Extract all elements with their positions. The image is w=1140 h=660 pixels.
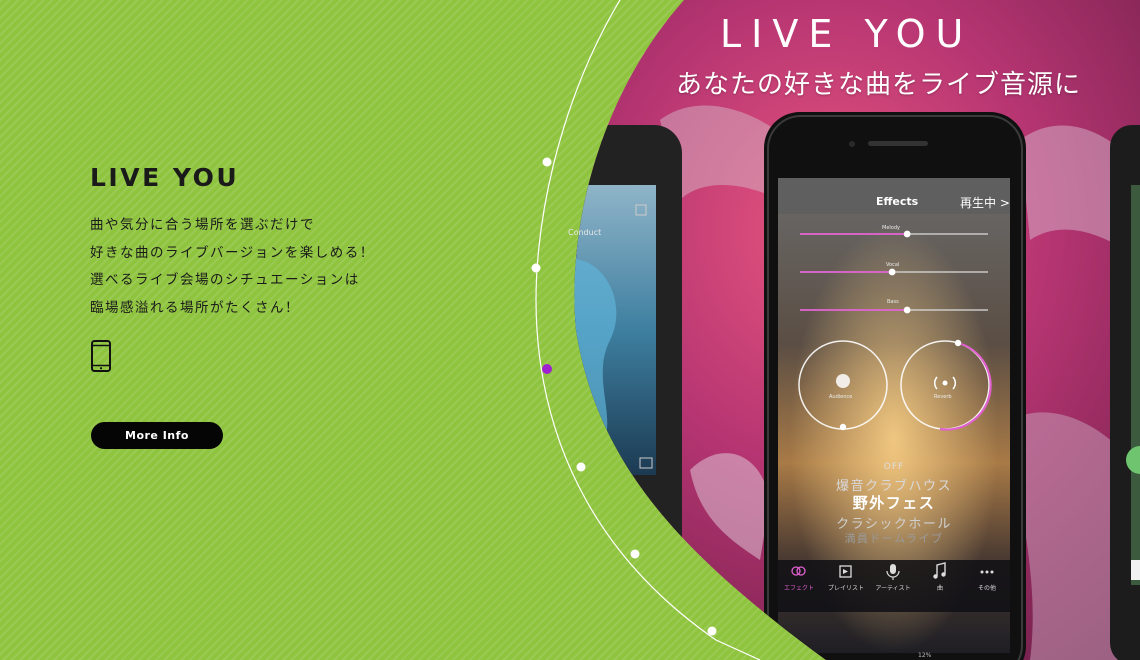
feature-description: 曲や気分に合う場所を選ぶだけで 好きな曲のライブバージョンを楽しめる！ 選べるラ…: [90, 212, 450, 322]
banner-title: LIVE YOU: [720, 12, 974, 56]
tab-songs[interactable]: 曲: [920, 583, 960, 592]
music-note-tab-icon[interactable]: [933, 562, 946, 579]
page: { "feature": { "title": "LIVE YOU", "des…: [0, 0, 1140, 660]
right-phone: [1110, 125, 1140, 660]
reverb-dial[interactable]: [900, 339, 992, 431]
slider-handle[interactable]: [888, 268, 896, 276]
audience-icon: [836, 374, 850, 388]
visual-artwork: [531, 0, 1140, 660]
reverb-icon: [933, 376, 957, 390]
description-line: 曲や気分に合う場所を選ぶだけで: [90, 217, 315, 233]
tab-artist[interactable]: アーティスト: [873, 583, 913, 592]
description-line: 臨場感溢れる場所がたくさん！: [90, 299, 300, 316]
description-line: 好きな曲のライブバージョンを楽しめる！: [90, 244, 375, 261]
microphone-tab-icon[interactable]: [886, 564, 900, 580]
nav-dot[interactable]: [576, 462, 586, 472]
app-visual: LIVE YOU あなたの好きな曲をライブ音源に Conduct Effects…: [0, 0, 1140, 660]
nav-dot[interactable]: [531, 263, 541, 273]
nav-dot[interactable]: [542, 157, 552, 167]
tab-playlist[interactable]: プレイリスト: [826, 583, 866, 592]
venue-option-off[interactable]: OFF: [804, 462, 984, 472]
slider-label-vocal: Vocal: [886, 262, 900, 268]
slider-label-melody: Melody: [882, 225, 900, 231]
banner-subtitle: あなたの好きな曲をライブ音源に: [676, 70, 1082, 100]
nav-dot[interactable]: [707, 626, 717, 636]
tab-effects[interactable]: エフェクト: [779, 583, 819, 592]
venue-option[interactable]: 満員ドームライブ: [804, 530, 984, 546]
smartphone-icon: [91, 340, 111, 372]
description-line: 選べるライブ会場のシチュエーションは: [90, 272, 360, 288]
tab-more[interactable]: その他: [967, 583, 1007, 592]
feature-copy: LIVE YOU 曲や気分に合う場所を選ぶだけで 好きな曲のライブバージョンを楽…: [90, 162, 450, 322]
screen-bottom-text: 12%: [918, 652, 932, 659]
audience-dial[interactable]: [798, 340, 888, 431]
now-playing-link[interactable]: 再生中 >: [960, 194, 1010, 211]
nav-dot-active[interactable]: [542, 364, 552, 374]
dial-label-audience: Audience: [829, 394, 853, 400]
dial-label-reverb: Reverb: [934, 394, 952, 400]
slider-handle[interactable]: [903, 306, 911, 314]
venue-option-selected[interactable]: 野外フェス: [804, 492, 984, 513]
screen-header-title: Effects: [876, 195, 919, 208]
left-phone: [574, 125, 682, 660]
more-tab-icon[interactable]: [980, 570, 994, 574]
effects-tab-icon[interactable]: [791, 566, 806, 576]
nav-dot[interactable]: [630, 549, 640, 559]
effect-sliders: [800, 230, 988, 314]
feature-title: LIVE YOU: [90, 163, 240, 192]
app-photo: [574, 0, 1140, 660]
left-screen-text: Conduct: [568, 228, 602, 237]
more-info-button[interactable]: More Info: [91, 422, 223, 449]
slider-label-bass: Bass: [887, 299, 899, 305]
decorative-arc: [535, 0, 761, 660]
slider-handle[interactable]: [903, 230, 911, 238]
playlist-tab-icon[interactable]: [839, 565, 852, 578]
